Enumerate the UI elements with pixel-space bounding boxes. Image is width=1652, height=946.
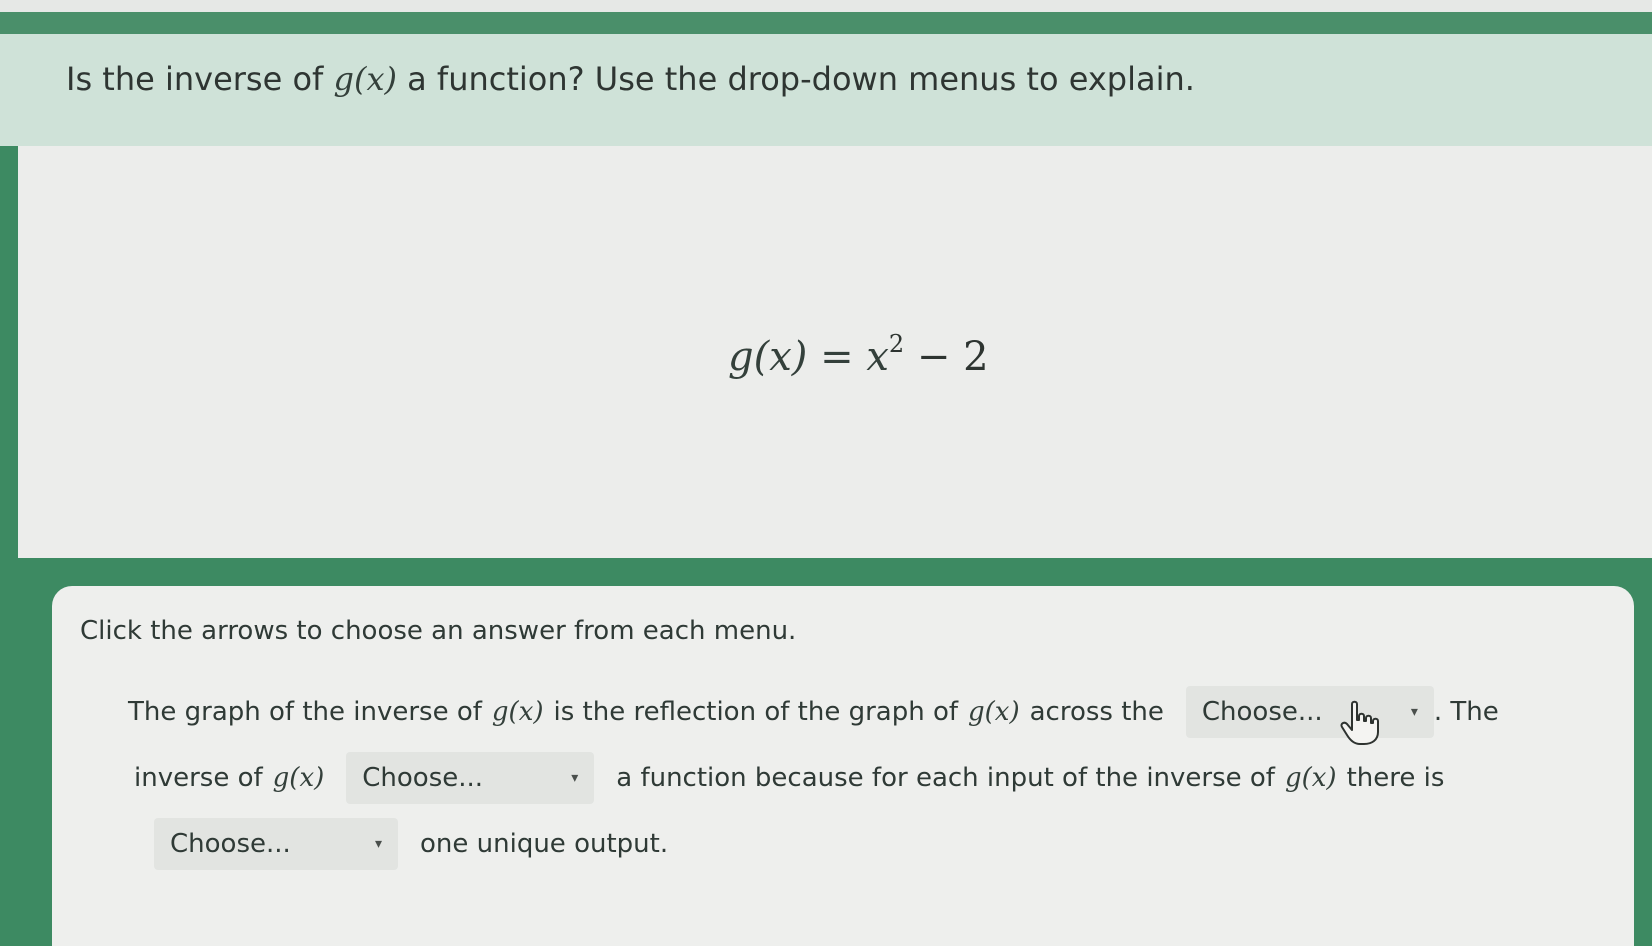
top-strip [0, 0, 1652, 12]
hand-pointer-icon [1340, 700, 1379, 745]
sentence-func-4: g(x) [1284, 763, 1337, 793]
equation-exponent: 2 [888, 330, 905, 358]
count-dropdown-value: Choose... [170, 829, 291, 859]
axis-dropdown-value: Choose... [1201, 697, 1323, 727]
chevron-down-icon: ▾ [1410, 704, 1418, 720]
sentence-part7: there is [1346, 763, 1445, 793]
sentence-part3: across the [1029, 697, 1164, 727]
is-function-dropdown-value: Choose... [362, 763, 484, 793]
count-dropdown[interactable]: Choose... ▾ [154, 818, 398, 870]
sentence-part6: a function because for each input of the… [616, 763, 1275, 793]
sentence-func-1: g(x) [491, 697, 544, 727]
question-text: Is the inverse of g(x) a function? Use t… [66, 60, 1195, 98]
sentence-part1: The graph of the inverse of [128, 697, 482, 727]
question-func: g(x) [333, 60, 397, 98]
sentence-func-2: g(x) [968, 697, 1020, 727]
sentence-part2: is the reflection of the graph of [553, 697, 959, 727]
sentence-line-3: Choose... ▾ one unique output. [154, 818, 668, 870]
chevron-down-icon: ▾ [571, 770, 579, 786]
equation-lhs: g(x) = x [728, 334, 889, 380]
chevron-down-icon: ▾ [374, 836, 382, 852]
axis-dropdown[interactable]: Choose... ▾ [1185, 686, 1434, 738]
is-function-dropdown[interactable]: Choose... ▾ [346, 752, 595, 804]
question-prefix: Is the inverse of [66, 60, 324, 98]
question-suffix: a function? Use the drop-down menus to e… [407, 60, 1195, 98]
sentence-func-3: g(x) [272, 763, 325, 793]
sentence-part8: one unique output. [420, 829, 669, 859]
sentence-line-1: The graph of the inverse of g(x) is the … [128, 686, 1499, 738]
equation: g(x) = x2 − 2 [728, 330, 989, 380]
sentence-part5: inverse of [134, 763, 263, 793]
instructions: Click the arrows to choose an answer fro… [80, 616, 797, 646]
top-bar [0, 12, 1652, 34]
sentence-part4: . The [1433, 697, 1499, 727]
sentence-line-2: inverse of g(x) Choose... ▾ a function b… [134, 752, 1444, 804]
equation-rhs: − 2 [904, 334, 989, 380]
